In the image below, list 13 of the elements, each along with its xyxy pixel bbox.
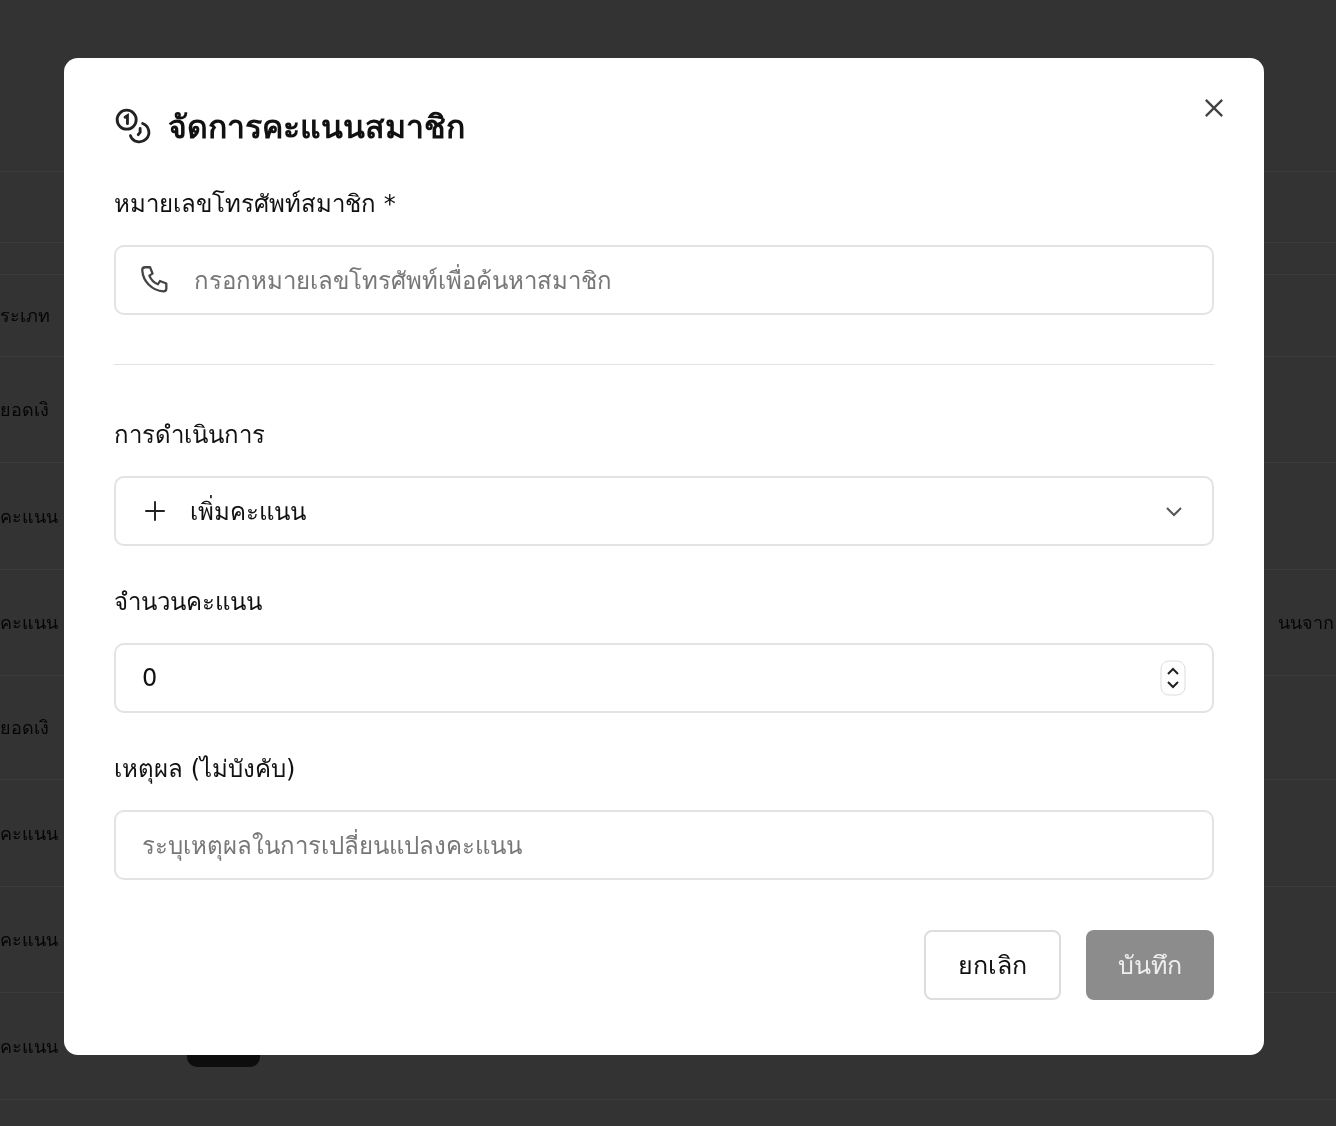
- operation-dropdown[interactable]: เพิ่มคะแนน: [114, 476, 1214, 546]
- field-label: จำนวนคะแนน: [114, 587, 263, 618]
- number-input-field[interactable]: 0: [114, 643, 1214, 713]
- coins-icon: [114, 107, 152, 145]
- cancel-button[interactable]: ยกเลิก: [924, 930, 1061, 1000]
- dialog-title: จัดการคะแนนสมาชิก: [168, 106, 465, 148]
- phone-input-field[interactable]: กรอกหมายเลขโทรศัพท์เพื่อค้นหาสมาชิก: [114, 245, 1214, 315]
- stepper-icon[interactable]: [1160, 660, 1186, 696]
- field-label: หมายเลขโทรศัพท์สมาชิก *: [114, 189, 397, 220]
- field-label: การดำเนินการ: [114, 420, 266, 451]
- plus-icon: [142, 498, 168, 524]
- reason-input-field[interactable]: ระบุเหตุผลในการเปลี่ยนแปลงคะแนน: [114, 810, 1214, 880]
- field-label: เหตุผล (ไม่บังคับ): [114, 754, 297, 786]
